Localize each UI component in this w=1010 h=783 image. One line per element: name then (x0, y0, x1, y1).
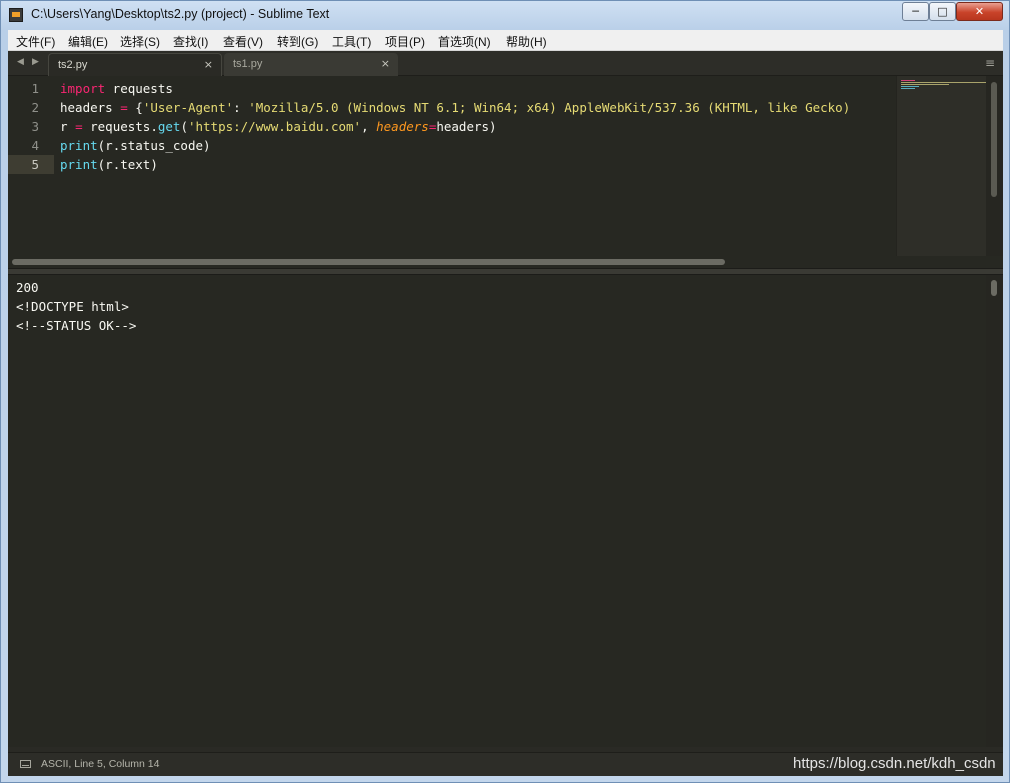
output-line: 200 (16, 280, 39, 295)
menu-tools[interactable]: 工具(T) (332, 33, 371, 50)
pane-divider[interactable] (8, 268, 1003, 275)
code-line[interactable]: headers = {'User-Agent': 'Mozilla/5.0 (W… (60, 98, 850, 117)
status-bar: ASCII, Line 5, Column 14 https://blog.cs… (8, 752, 1003, 776)
tab-label: ts1.py (233, 58, 263, 70)
code-token: print (60, 138, 98, 153)
code-token: : (233, 100, 249, 115)
tab-bar: ◀ ▶ ts2.py × ts1.py × ≡ (8, 51, 1003, 76)
code-line[interactable]: print(r.text) (60, 155, 158, 174)
sublime-window: C:\Users\Yang\Desktop\ts2.py (project) -… (0, 0, 1010, 783)
code-token: , (361, 119, 377, 134)
menu-find[interactable]: 查找(I) (173, 33, 208, 50)
output-line: <!DOCTYPE html> (16, 299, 129, 314)
tab-label: ts2.py (58, 59, 88, 71)
title-bar[interactable]: C:\Users\Yang\Desktop\ts2.py (project) -… (1, 1, 1009, 29)
menu-edit[interactable]: 编辑(E) (68, 33, 108, 50)
code-token: 'User-Agent' (142, 100, 234, 115)
code-token: (r.status_code) (97, 138, 211, 153)
code-token: r (60, 119, 76, 134)
code-token: 'Mozilla/5.0 (Windows NT 6.1; Win64; x64… (248, 100, 851, 115)
scrollbar-thumb[interactable] (991, 280, 997, 296)
code-line[interactable]: r = requests.get('https://www.baidu.com'… (60, 117, 497, 136)
menu-selection[interactable]: 选择(S) (120, 33, 160, 50)
menu-help[interactable]: 帮助(H) (506, 33, 547, 50)
menu-view[interactable]: 查看(V) (223, 33, 263, 50)
status-text: ASCII, Line 5, Column 14 (41, 758, 160, 770)
line-number: 5 (8, 155, 54, 174)
menu-bar: 文件(F) 编辑(E) 选择(S) 查找(I) 查看(V) 转到(G) 工具(T… (8, 30, 1003, 51)
code-token: ( (180, 119, 188, 134)
minimap-line (901, 86, 919, 87)
tab-next-icon[interactable]: ▶ (32, 57, 39, 67)
code-token: = (75, 119, 83, 134)
watermark-text: https://blog.csdn.net/kdh_csdn (793, 755, 996, 772)
code-line[interactable]: print(r.status_code) (60, 136, 211, 155)
minimap-line (901, 82, 989, 83)
window-title: C:\Users\Yang\Desktop\ts2.py (project) -… (31, 7, 330, 21)
tab-ts2[interactable]: ts2.py × (48, 53, 222, 76)
line-number: 3 (31, 119, 39, 134)
code-token: headers (376, 119, 429, 134)
line-number: 1 (31, 81, 39, 96)
code-editor[interactable]: 12345 import requests headers = {'User-Ag… (8, 76, 1003, 256)
minimap-line (901, 80, 915, 81)
code-token: 'https://www.baidu.com' (187, 119, 362, 134)
build-output-panel[interactable]: 200 <!DOCTYPE html> <!--STATUS OK--> (8, 275, 1003, 747)
line-number: 4 (31, 138, 39, 153)
menu-file[interactable]: 文件(F) (16, 33, 55, 50)
line-number: 2 (31, 100, 39, 115)
line-number-gutter: 1 2 3 4 5 (8, 76, 54, 256)
editor-horizontal-scrollbar[interactable] (8, 256, 1003, 268)
code-token: requests. (82, 119, 158, 134)
minimap-line (901, 88, 915, 89)
code-token: requests (105, 81, 173, 96)
code-token: get (157, 119, 181, 134)
editor-frame: ◀ ▶ ts2.py × ts1.py × ≡ 1 2 3 4 5 import req… (8, 51, 1003, 753)
code-token: print (60, 157, 98, 172)
code-line[interactable]: import requests (60, 79, 173, 98)
tab-prev-icon[interactable]: ◀ (17, 57, 24, 67)
code-token: headers) (436, 119, 497, 134)
menu-preferences[interactable]: 首选项(N) (438, 33, 491, 50)
tab-menu-icon[interactable]: ≡ (985, 56, 995, 70)
minimize-button[interactable]: ─ (902, 2, 929, 21)
minimap-line (901, 84, 949, 85)
maximize-button[interactable]: □ (929, 2, 956, 21)
tab-close-icon[interactable]: × (204, 58, 213, 71)
sublime-app-icon (9, 8, 23, 22)
scrollbar-thumb[interactable] (991, 82, 997, 197)
tab-close-icon[interactable]: × (381, 57, 390, 70)
panel-toggle-icon[interactable] (20, 760, 31, 768)
output-line: <!--STATUS OK--> (16, 318, 137, 333)
code-token: headers (60, 100, 121, 115)
code-token: { (127, 100, 143, 115)
code-token: import (60, 81, 106, 96)
code-token: = (120, 100, 128, 115)
output-vertical-scrollbar[interactable] (986, 275, 1003, 747)
code-token: (r.text) (97, 157, 158, 172)
editor-vertical-scrollbar[interactable] (986, 76, 1003, 256)
menu-project[interactable]: 项目(P) (385, 33, 425, 50)
scrollbar-thumb[interactable] (12, 259, 725, 265)
menu-goto[interactable]: 转到(G) (277, 33, 318, 50)
tab-ts1[interactable]: ts1.py × (224, 53, 398, 76)
minimap[interactable] (896, 76, 989, 256)
close-button[interactable]: ✕ (956, 2, 1003, 21)
